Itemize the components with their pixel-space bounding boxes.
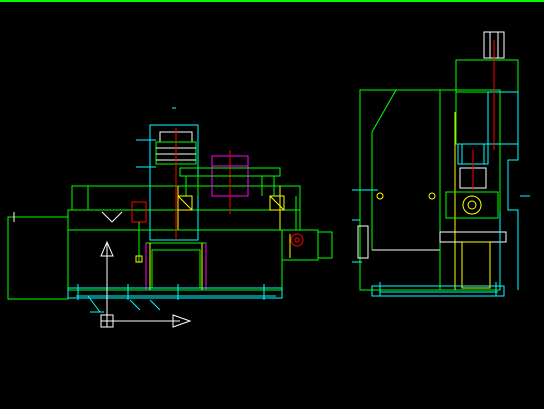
upper-table (67, 185, 301, 231)
mounting-holes (376, 192, 436, 200)
right-motor (281, 229, 333, 261)
side-elevation-view (352, 31, 530, 297)
base-foot (67, 284, 283, 300)
work-fixture (211, 150, 249, 214)
top-motor (455, 31, 519, 150)
callout-leaders (87, 139, 161, 313)
side-callouts (352, 189, 530, 263)
side-base (371, 282, 505, 297)
support-posts (177, 167, 285, 211)
left-extension-arm (7, 212, 140, 300)
side-column (359, 89, 501, 291)
slide-block (439, 191, 507, 289)
left-clamp (101, 201, 147, 263)
front-elevation-view (7, 107, 333, 313)
spindle-head (155, 107, 197, 240)
side-outer-profile (357, 144, 519, 290)
base-body (67, 229, 283, 291)
cad-model-space[interactable] (0, 0, 544, 409)
drawing-canvas (7, 31, 530, 328)
side-spindle (457, 143, 489, 190)
